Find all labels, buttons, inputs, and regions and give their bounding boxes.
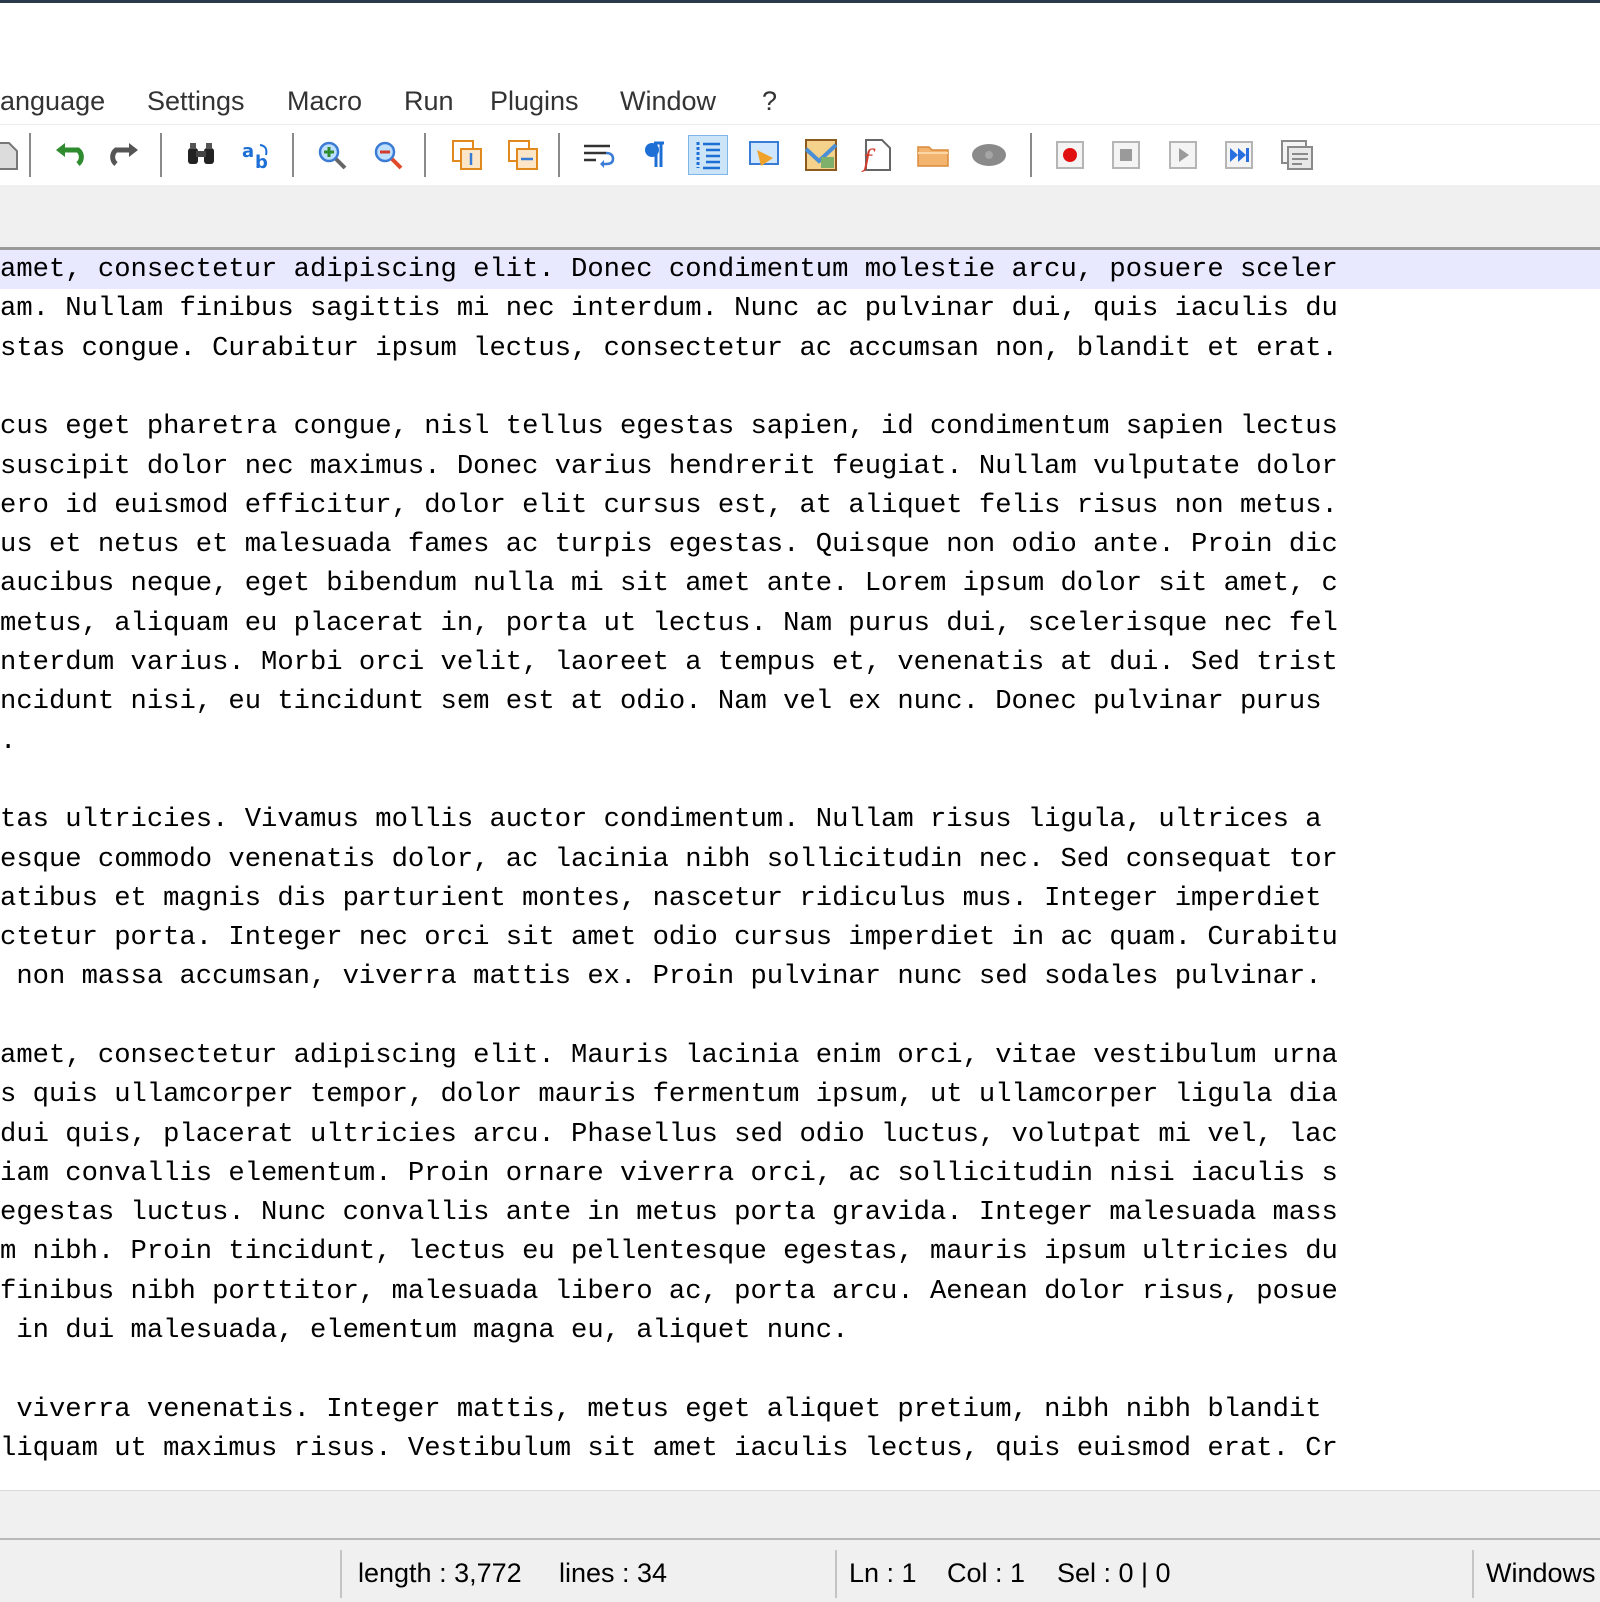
record-macro-icon[interactable]	[1050, 135, 1090, 175]
editor-line[interactable]	[0, 1350, 1600, 1389]
folder-as-workspace-icon[interactable]	[913, 135, 953, 175]
stop-recording-icon[interactable]	[1106, 135, 1146, 175]
editor-line[interactable]: finibus nibh porttitor, malesuada libero…	[0, 1272, 1600, 1311]
editor-line[interactable]: .	[0, 722, 1600, 761]
status-selection: Sel : 0 | 0	[1057, 1558, 1171, 1588]
editor-line[interactable]: iam convallis elementum. Proin ornare vi…	[0, 1154, 1600, 1193]
editor-line[interactable]: ctetur porta. Integer nec orci sit amet …	[0, 918, 1600, 957]
document-tab-bar	[0, 185, 1600, 250]
status-line-number: Ln : 1	[849, 1558, 917, 1588]
editor-line[interactable]: ncidunt nisi, eu tincidunt sem est at od…	[0, 682, 1600, 721]
menu-plugins[interactable]: Plugins	[490, 84, 579, 118]
editor-line[interactable]: stas congue. Curabitur ipsum lectus, con…	[0, 329, 1600, 368]
zoom-out-icon[interactable]	[369, 135, 409, 175]
undo-icon[interactable]	[49, 135, 89, 175]
editor-line[interactable]: m nibh. Proin tincidunt, lectus eu pelle…	[0, 1232, 1600, 1271]
editor-line[interactable]: suscipit dolor nec maximus. Donec varius…	[0, 447, 1600, 486]
editor-line[interactable]	[0, 997, 1600, 1036]
editor-line[interactable]: atibus et magnis dis parturient montes, …	[0, 879, 1600, 918]
svg-text:a: a	[242, 141, 254, 162]
editor-line[interactable]: aucibus neque, eget bibendum nulla mi si…	[0, 564, 1600, 603]
status-length: length : 3,772	[358, 1558, 522, 1588]
sync-vertical-scroll-icon[interactable]	[447, 135, 487, 175]
menu-run[interactable]: Run	[404, 84, 454, 118]
editor-line[interactable]: nterdum varius. Morbi orci velit, laoree…	[0, 643, 1600, 682]
editor-line[interactable]: amet, consectetur adipiscing elit. Mauri…	[0, 1036, 1600, 1075]
editor-line[interactable]	[0, 761, 1600, 800]
editor-line[interactable]: s quis ullamcorper tempor, dolor mauris …	[0, 1075, 1600, 1114]
editor-line[interactable]: us et netus et malesuada fames ac turpis…	[0, 525, 1600, 564]
toolbar-separator	[160, 133, 162, 177]
save-macro-icon[interactable]	[1277, 135, 1317, 175]
editor-line[interactable]: ero id euismod efficitur, dolor elit cur…	[0, 486, 1600, 525]
editor-line[interactable]: cus eget pharetra congue, nisl tellus eg…	[0, 407, 1600, 446]
menu-help[interactable]: ?	[762, 84, 777, 118]
find-icon[interactable]	[181, 135, 221, 175]
editor-line[interactable]: in dui malesuada, elementum magna eu, al…	[0, 1311, 1600, 1350]
status-divider	[1472, 1550, 1474, 1598]
user-defined-language-icon[interactable]	[745, 135, 785, 175]
indent-guide-icon[interactable]	[688, 135, 728, 175]
function-list-icon[interactable]: f	[857, 135, 897, 175]
toolbar-separator	[292, 133, 294, 177]
menu-settings[interactable]: Settings	[147, 84, 245, 118]
editor-line[interactable]	[0, 368, 1600, 407]
toolbar-separator	[29, 133, 31, 177]
editor-line[interactable]: esque commodo venenatis dolor, ac lacini…	[0, 840, 1600, 879]
editor-line[interactable]: liquam ut maximus risus. Vestibulum sit …	[0, 1429, 1600, 1468]
menu-window[interactable]: Window	[620, 84, 716, 118]
toolbar: ab f	[0, 124, 1600, 186]
title-area	[0, 3, 1600, 75]
editor-line[interactable]: tas ultricies. Vivamus mollis auctor con…	[0, 800, 1600, 839]
document-map-icon[interactable]	[801, 135, 841, 175]
horizontal-scrollbar[interactable]	[0, 1490, 1600, 1539]
status-bar: length : 3,772 lines : 34 Ln : 1 Col : 1…	[0, 1538, 1600, 1602]
status-eol-format: Windows	[1486, 1558, 1596, 1588]
toolbar-separator	[1030, 133, 1032, 177]
editor-line[interactable]: non massa accumsan, viverra mattis ex. P…	[0, 957, 1600, 996]
status-divider	[835, 1550, 837, 1598]
editor-line[interactable]: dui quis, placerat ultricies arcu. Phase…	[0, 1115, 1600, 1154]
status-column: Col : 1	[947, 1558, 1026, 1588]
toolbar-separator	[558, 133, 560, 177]
status-divider	[340, 1550, 342, 1598]
text-editor[interactable]: amet, consectetur adipiscing elit. Donec…	[0, 250, 1600, 1490]
menu-language[interactable]: anguage	[0, 84, 105, 118]
monitoring-icon[interactable]	[969, 135, 1009, 175]
zoom-in-icon[interactable]	[313, 135, 353, 175]
editor-line[interactable]: am. Nullam finibus sagittis mi nec inter…	[0, 289, 1600, 328]
run-macro-multiple-icon[interactable]	[1219, 135, 1259, 175]
redo-icon[interactable]	[105, 135, 145, 175]
word-wrap-icon[interactable]	[579, 135, 619, 175]
menu-macro[interactable]: Macro	[287, 84, 362, 118]
editor-line[interactable]: egestas luctus. Nunc convallis ante in m…	[0, 1193, 1600, 1232]
sync-horizontal-scroll-icon[interactable]	[503, 135, 543, 175]
show-all-characters-icon[interactable]	[635, 135, 675, 175]
status-lines: lines : 34	[559, 1558, 668, 1588]
menu-bar: anguage Settings Macro Run Plugins Windo…	[0, 80, 1600, 122]
editor-line[interactable]: metus, aliquam eu placerat in, porta ut …	[0, 604, 1600, 643]
toolbar-separator	[424, 133, 426, 177]
editor-line[interactable]: amet, consectetur adipiscing elit. Donec…	[0, 250, 1600, 289]
editor-line[interactable]: viverra venenatis. Integer mattis, metus…	[0, 1390, 1600, 1429]
partial-file-icon[interactable]	[0, 135, 26, 175]
playback-macro-icon[interactable]	[1163, 135, 1203, 175]
replace-icon[interactable]: ab	[237, 135, 277, 175]
